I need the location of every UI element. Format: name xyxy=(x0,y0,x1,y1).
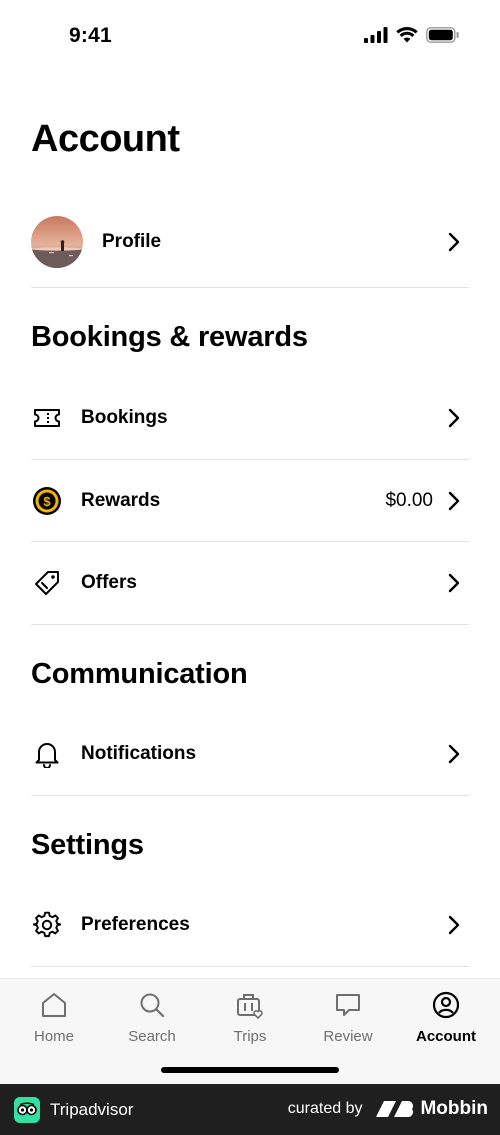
profile-row[interactable]: Profile xyxy=(31,201,469,283)
home-icon xyxy=(42,993,66,1017)
chevron-right-icon xyxy=(448,232,460,252)
page-title: Account xyxy=(31,118,180,160)
tag-icon xyxy=(31,567,63,599)
chevron-right-icon xyxy=(448,744,460,764)
rewards-label: Rewards xyxy=(81,490,161,511)
chevron-right-icon xyxy=(448,408,460,428)
trips-icon xyxy=(237,994,263,1019)
battery-icon xyxy=(426,27,459,43)
preferences-label: Preferences xyxy=(81,914,190,935)
mobbin-logo-icon xyxy=(376,1101,414,1117)
account-icon xyxy=(432,991,460,1019)
rewards-balance: $0.00 xyxy=(385,490,433,511)
status-icons xyxy=(364,27,460,43)
tab-review[interactable]: Review xyxy=(300,989,396,1045)
footer-mobbin: Mobbin xyxy=(420,1098,488,1119)
rewards-row[interactable]: $ Rewards $0.00 xyxy=(31,460,469,542)
section-title-bookings-rewards: Bookings & rewards xyxy=(31,321,308,353)
gear-icon xyxy=(31,909,63,941)
chevron-right-icon xyxy=(448,915,460,935)
chevron-right-icon xyxy=(448,491,460,511)
bookings-label: Bookings xyxy=(81,407,168,428)
divider xyxy=(31,966,469,967)
tab-label: Trips xyxy=(233,1028,267,1045)
tab-account[interactable]: Account xyxy=(398,989,494,1045)
section-title-settings: Settings xyxy=(31,829,144,861)
tab-label: Home xyxy=(33,1028,74,1045)
notifications-row[interactable]: Notifications xyxy=(31,713,469,795)
status-time: 9:41 xyxy=(69,24,112,47)
offers-row[interactable]: Offers xyxy=(31,542,469,624)
profile-label: Profile xyxy=(102,231,162,252)
tab-search[interactable]: Search xyxy=(104,989,200,1045)
tab-label: Search xyxy=(128,1028,176,1045)
tab-label: Account xyxy=(416,1028,476,1045)
notifications-label: Notifications xyxy=(81,743,197,764)
chevron-right-icon xyxy=(448,573,460,593)
status-bar: 9:41 xyxy=(0,0,500,74)
offers-label: Offers xyxy=(81,572,137,593)
divider xyxy=(31,624,469,625)
divider xyxy=(31,287,469,288)
signal-icon xyxy=(364,27,388,43)
ticket-icon xyxy=(31,402,63,434)
rewards-coin-icon: $ xyxy=(31,485,63,517)
wifi-icon xyxy=(396,27,418,43)
bookings-row[interactable]: Bookings xyxy=(31,377,469,459)
section-title-communication: Communication xyxy=(31,658,248,690)
review-icon xyxy=(336,994,360,1016)
tab-trips[interactable]: Trips xyxy=(202,989,298,1045)
footer-brand: Tripadvisor xyxy=(50,1100,134,1119)
tab-home[interactable]: Home xyxy=(6,989,102,1045)
avatar xyxy=(31,216,83,268)
divider xyxy=(31,795,469,796)
svg-text:$: $ xyxy=(43,494,51,509)
search-icon xyxy=(140,993,165,1018)
footer-curated-by: curated by xyxy=(287,1100,363,1117)
footer-bar: Tripadvisor curated by Mobbin xyxy=(0,1084,500,1135)
tripadvisor-logo-icon xyxy=(14,1097,40,1123)
bell-icon xyxy=(31,738,63,770)
home-indicator xyxy=(161,1067,339,1073)
preferences-row[interactable]: Preferences xyxy=(31,884,469,966)
tab-label: Review xyxy=(323,1028,373,1045)
